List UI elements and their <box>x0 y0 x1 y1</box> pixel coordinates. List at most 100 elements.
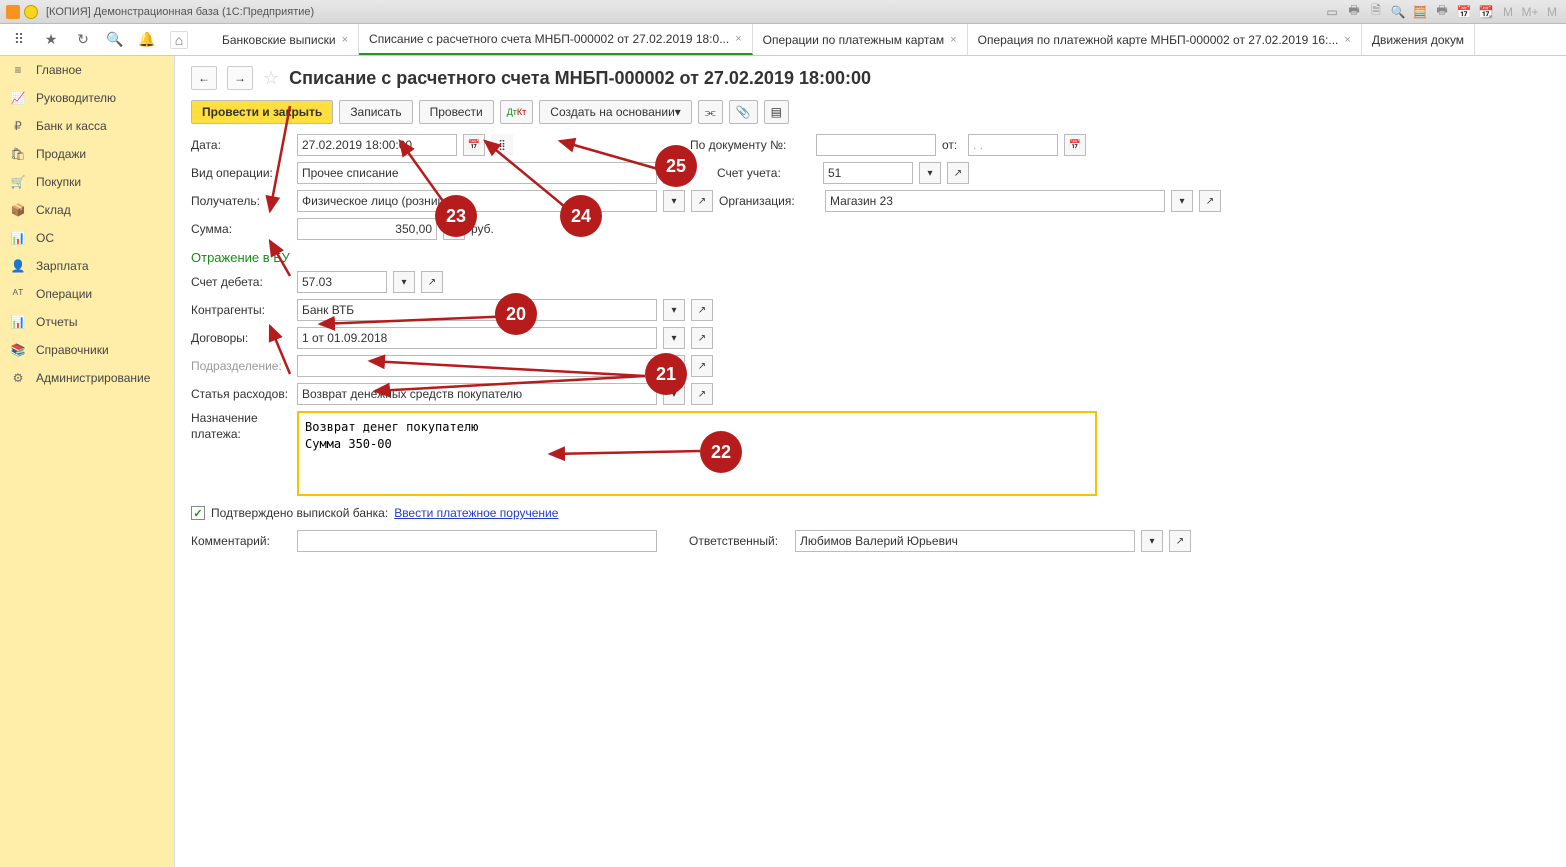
tab-operaciya-kartoy[interactable]: Операция по платежной карте МНБП-000002 … <box>968 24 1362 55</box>
kontragenty-input[interactable]: Банк ВТБ <box>297 299 657 321</box>
kommentariy-input[interactable] <box>297 530 657 552</box>
poluchatel-input[interactable]: Физическое лицо (розница) <box>297 190 657 212</box>
open-icon[interactable]: ↗ <box>947 162 969 184</box>
sidebar-item-os[interactable]: 📊ОС <box>0 224 174 252</box>
dropdown-icon[interactable]: ▾ <box>919 162 941 184</box>
dropdown-icon[interactable]: ▾ <box>663 190 685 212</box>
bag-icon: 🛍 <box>10 147 26 161</box>
mminus-icon[interactable]: M <box>1544 4 1560 20</box>
grid-icon[interactable]: ⠿ <box>10 31 28 49</box>
calendar-icon[interactable]: 📅 <box>463 134 485 156</box>
tab-operacii[interactable]: Операции по платежным картам× <box>753 24 968 55</box>
list-button[interactable]: ▤ <box>764 100 789 124</box>
ruble-icon: ₽ <box>10 119 26 133</box>
close-icon[interactable]: × <box>342 34 348 46</box>
dropdown-icon[interactable]: ▾ <box>1171 190 1193 212</box>
dropdown-icon[interactable]: ▾ <box>663 299 685 321</box>
open-icon[interactable]: ↗ <box>691 383 713 405</box>
screen-icon[interactable]: ▭ <box>1324 4 1340 20</box>
open-icon[interactable]: ↗ <box>691 299 713 321</box>
dropdown-icon[interactable]: ▾ <box>663 383 685 405</box>
naznachenie-textarea[interactable] <box>297 411 1097 496</box>
related-button[interactable]: ⫘ <box>698 100 723 124</box>
menu-icon: ≡ <box>10 63 26 77</box>
sidebar-item-sklad[interactable]: 📦Склад <box>0 196 174 224</box>
sidebar-item-zarplata[interactable]: 👤Зарплата <box>0 252 174 280</box>
dropdown-icon[interactable] <box>24 5 38 19</box>
open-icon[interactable]: ↗ <box>691 327 713 349</box>
dropdown-icon[interactable]: ▾ <box>663 355 685 377</box>
calendar2-icon[interactable]: 📅 <box>1064 134 1086 156</box>
dtkt-button[interactable]: ДтКт <box>500 100 534 124</box>
provesti-button[interactable]: Провести <box>419 100 494 124</box>
dropdown-icon[interactable]: ▾ <box>393 271 415 293</box>
tab-bank-statements[interactable]: Банковские выписки× <box>212 24 359 55</box>
calc-icon[interactable]: 🧮 <box>443 218 465 240</box>
search-icon[interactable]: 🔍 <box>106 31 124 49</box>
open-icon[interactable]: ↗ <box>691 355 713 377</box>
zapisat-button[interactable]: Записать <box>339 100 412 124</box>
schet-debeta-input[interactable]: 57.03 <box>297 271 387 293</box>
otvetstvenniy-label: Ответственный: <box>689 534 789 548</box>
sidebar-item-admin[interactable]: ⚙Администрирование <box>0 364 174 392</box>
print-icon[interactable]: 🖶 <box>1346 4 1362 20</box>
calendar-icon[interactable]: 📅 <box>1456 4 1472 20</box>
print2-icon[interactable]: 🖶 <box>1434 4 1450 20</box>
vid-operacii-label: Вид операции: <box>191 166 291 180</box>
bell-icon[interactable]: 🔔 <box>138 31 156 49</box>
dropdown-icon[interactable]: ▾ <box>1141 530 1163 552</box>
star-icon[interactable]: ★ <box>42 31 60 49</box>
schet-ucheta-input[interactable]: 51 <box>823 162 913 184</box>
confirmed-checkbox[interactable]: ✓ <box>191 506 205 520</box>
doc-icon[interactable]: 🗎 <box>1368 4 1384 20</box>
vhod-input[interactable] <box>816 134 936 156</box>
confirmed-label: Подтверждено выпиской банка: <box>211 506 388 520</box>
sidebar-item-otchety[interactable]: 📊Отчеты <box>0 308 174 336</box>
podrazdelenie-input[interactable] <box>297 355 657 377</box>
schet-ucheta-label: Счет учета: <box>717 166 817 180</box>
m-icon[interactable]: M <box>1500 4 1516 20</box>
statya-input[interactable]: Возврат денежных средств покупателю <box>297 383 657 405</box>
close-icon[interactable]: × <box>735 33 741 45</box>
sidebar-item-pokupki[interactable]: 🛒Покупки <box>0 168 174 196</box>
dogovory-input[interactable]: 1 от 01.09.2018 <box>297 327 657 349</box>
open-icon[interactable]: ↗ <box>1199 190 1221 212</box>
summa-input[interactable]: 350,00 <box>297 218 437 240</box>
attach-button[interactable]: 📎 <box>729 100 758 124</box>
dropdown-icon[interactable]: ▾ <box>663 162 685 184</box>
back-button[interactable]: ← <box>191 66 217 90</box>
data-input[interactable]: 27.02.2019 18:00:00 <box>297 134 457 156</box>
sozdat-na-osnovanii-button[interactable]: Создать на основании ▾ <box>539 100 692 124</box>
date-icon[interactable]: 📆 <box>1478 4 1494 20</box>
sidebar-item-bank[interactable]: ₽Банк и касса <box>0 112 174 140</box>
dropdown-icon[interactable]: ▾ <box>663 327 685 349</box>
vvesti-link[interactable]: Ввести платежное поручение <box>394 506 558 520</box>
sidebar-item-operacii[interactable]: ᴬᵀОперации <box>0 280 174 308</box>
open-icon[interactable]: ↗ <box>1169 530 1191 552</box>
sidebar-item-spravochniki[interactable]: 📚Справочники <box>0 336 174 364</box>
sidebar-item-prodazhi[interactable]: 🛍Продажи <box>0 140 174 168</box>
tab-spisanie[interactable]: Списание с расчетного счета МНБП-000002 … <box>359 24 753 55</box>
mplus-icon[interactable]: M+ <box>1522 4 1538 20</box>
search-tb-icon[interactable]: 🔍 <box>1390 4 1406 20</box>
organizaciya-input[interactable]: Магазин 23 <box>825 190 1165 212</box>
dogovory-label: Договоры: <box>191 331 291 345</box>
books-icon: 📚 <box>10 343 26 357</box>
vid-operacii-input[interactable]: Прочее списание <box>297 162 657 184</box>
calc-icon[interactable]: 🧮 <box>1412 4 1428 20</box>
close-icon[interactable]: × <box>1344 34 1350 46</box>
divider-icon: ⣿ <box>491 134 513 156</box>
tab-dvizheniya[interactable]: Движения докум <box>1362 24 1475 55</box>
otvetstvenniy-input[interactable]: Любимов Валерий Юрьевич <box>795 530 1135 552</box>
history-icon[interactable]: ↻ <box>74 31 92 49</box>
home-icon[interactable]: ⌂ <box>170 31 188 49</box>
sidebar-item-rukovoditelyu[interactable]: 📈Руководителю <box>0 84 174 112</box>
ot-input[interactable]: . . <box>968 134 1058 156</box>
favorite-star-icon[interactable]: ☆ <box>263 68 279 89</box>
provesti-zakryt-button[interactable]: Провести и закрыть <box>191 100 333 124</box>
open-icon[interactable]: ↗ <box>421 271 443 293</box>
open-icon[interactable]: ↗ <box>691 190 713 212</box>
close-icon[interactable]: × <box>950 34 956 46</box>
sidebar-item-glavnoe[interactable]: ≡Главное <box>0 56 174 84</box>
forward-button[interactable]: → <box>227 66 253 90</box>
